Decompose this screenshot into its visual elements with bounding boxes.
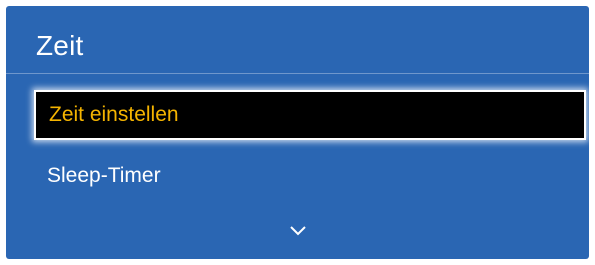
chevron-down-icon bbox=[289, 226, 306, 236]
time-menu-panel: Zeit Zeit einstellen Sleep-Timer bbox=[6, 6, 589, 259]
menu-item-sleep-timer[interactable]: Sleep-Timer bbox=[34, 151, 586, 201]
title-divider bbox=[6, 73, 589, 74]
menu-item-zeit-einstellen[interactable]: Zeit einstellen bbox=[34, 90, 586, 140]
scroll-down-button[interactable] bbox=[288, 224, 308, 238]
menu-item-label: Zeit einstellen bbox=[49, 103, 179, 126]
menu-title: Zeit bbox=[36, 30, 84, 61]
menu-item-label: Sleep-Timer bbox=[47, 164, 161, 187]
